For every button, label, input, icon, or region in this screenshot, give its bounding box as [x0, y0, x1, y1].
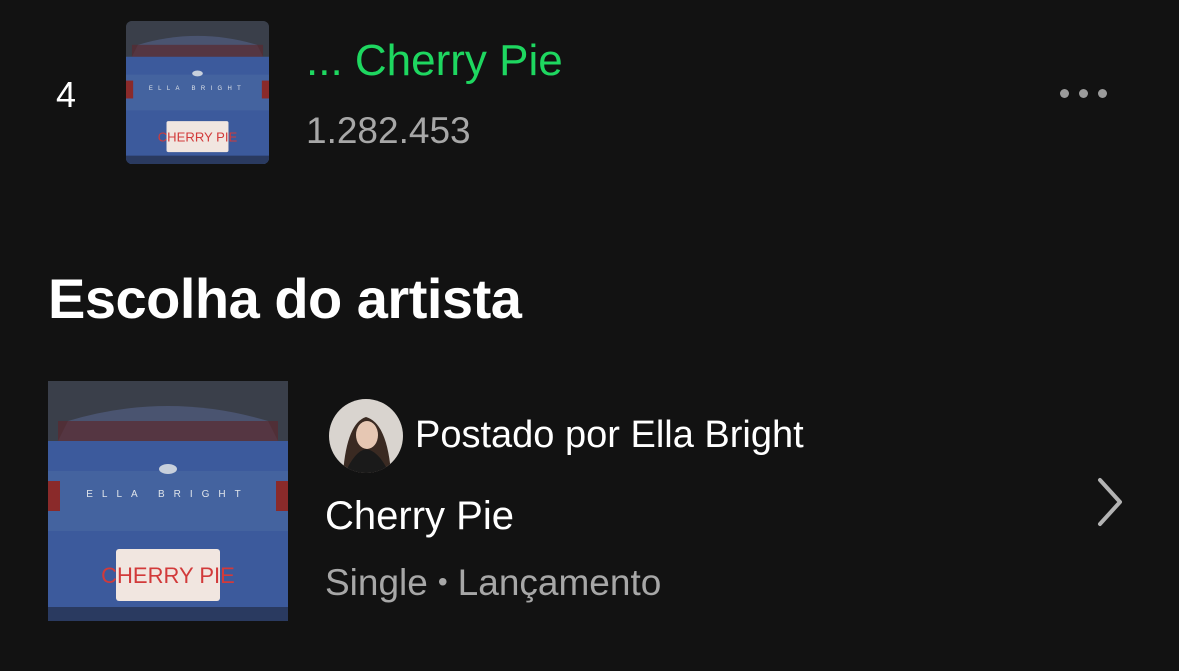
posted-by-text: Postado por Ella Bright [415, 414, 804, 456]
release-type: Single [325, 562, 428, 603]
artist-pick-meta: Single • Lançamento [325, 562, 661, 604]
track-play-count: 1.282.453 [306, 110, 471, 151]
svg-text:ELLA BRIGHT: ELLA BRIGHT [149, 86, 246, 92]
more-dot-icon [1078, 88, 1088, 98]
album-cover-car-icon: ELLA BRIGHT CHERRY PIE [126, 21, 269, 164]
track-row[interactable]: 4 ELLA BRIGHT CHERRY PIE ... Cherry Pie … [0, 0, 1179, 190]
section-title: Escolha do artista [48, 267, 522, 330]
artist-pick-title: Cherry Pie [325, 494, 514, 538]
more-dot-icon [1059, 88, 1069, 98]
album-cover-car-icon: ELLA BRIGHT CHERRY PIE [48, 381, 288, 621]
track-title[interactable]: ... Cherry Pie [306, 36, 563, 86]
cover-plate-text: CHERRY PIE [101, 563, 235, 588]
avatar-person-icon [329, 399, 403, 473]
meta-separator: • [437, 566, 448, 597]
more-dot-icon [1097, 88, 1107, 98]
artist-avatar [329, 399, 403, 473]
cover-band-text: ELLA BRIGHT [86, 489, 249, 500]
artist-page: 4 ELLA BRIGHT CHERRY PIE ... Cherry Pie … [0, 0, 1179, 671]
svg-text:CHERRY PIE: CHERRY PIE [158, 129, 238, 144]
track-cover-image: ELLA BRIGHT CHERRY PIE [126, 21, 269, 164]
artist-pick-cover-image: ELLA BRIGHT CHERRY PIE [48, 381, 288, 621]
artist-pick-card[interactable]: ELLA BRIGHT CHERRY PIE Postado por Ella … [0, 370, 1179, 630]
release-status: Lançamento [457, 562, 662, 603]
chevron-right-icon[interactable] [1090, 474, 1130, 530]
more-options-button[interactable] [1048, 78, 1118, 108]
track-rank: 4 [56, 74, 77, 115]
